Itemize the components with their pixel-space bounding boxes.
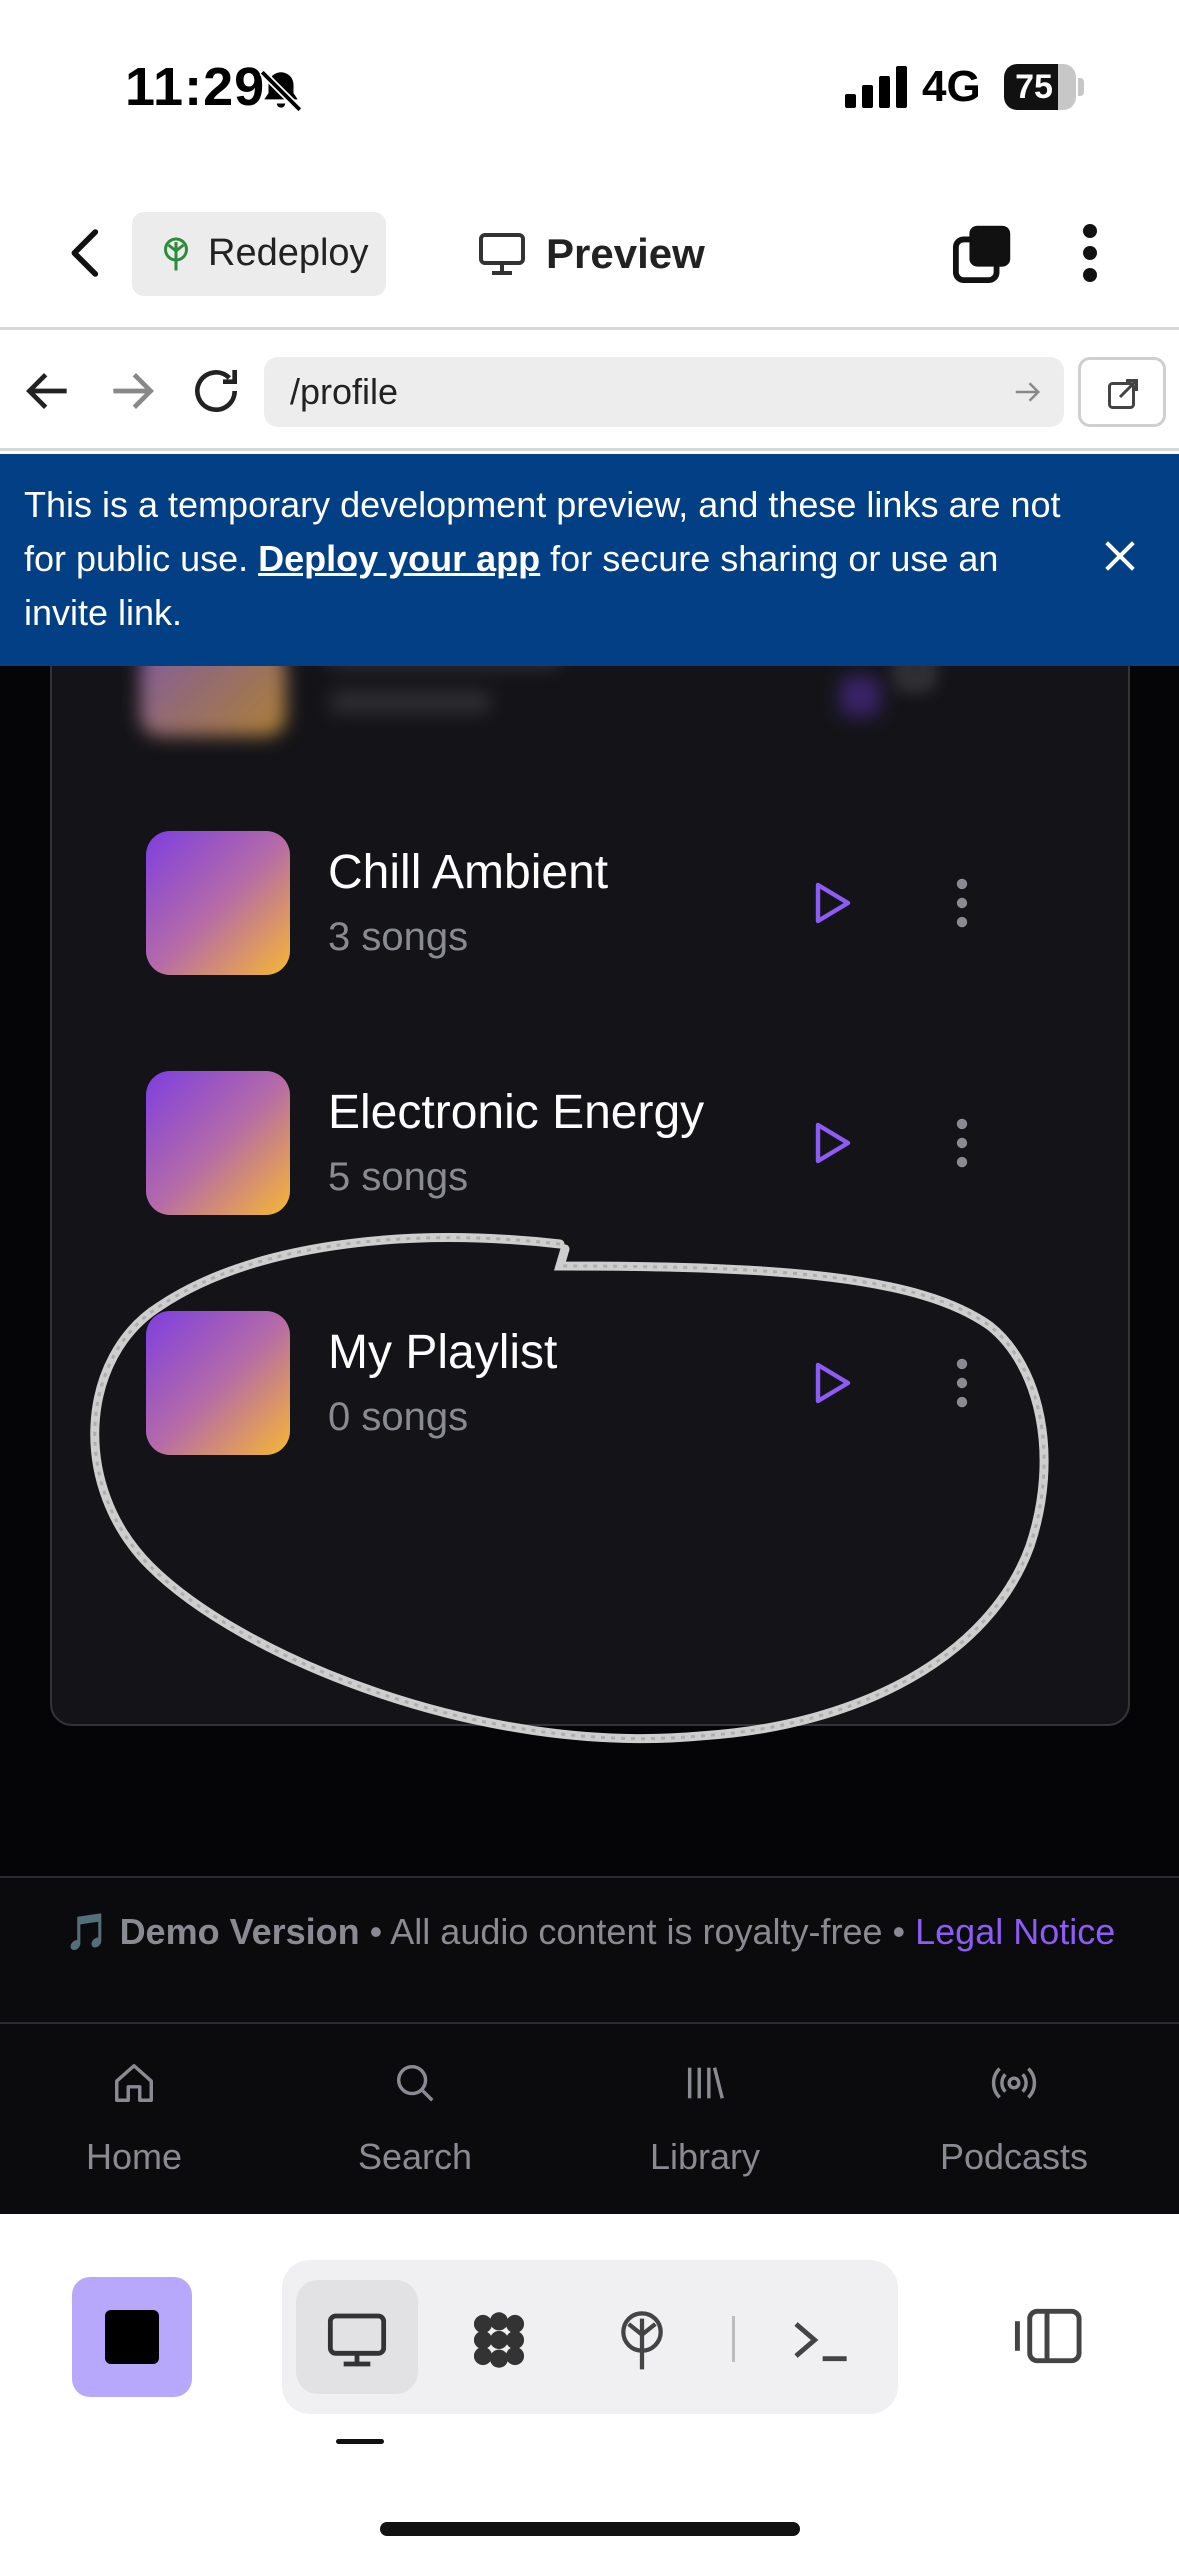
tab-search-label: Search	[357, 2136, 473, 2177]
deploy-tree-icon	[164, 237, 188, 271]
terminal-icon[interactable]	[788, 2308, 852, 2372]
url-field[interactable]	[264, 357, 1064, 427]
playlist-song-count: 5 songs	[328, 1155, 469, 1199]
monitor-icon	[479, 233, 525, 275]
stop-icon	[105, 2310, 159, 2364]
home-icon	[115, 2064, 153, 2102]
library-icon	[687, 2067, 724, 2099]
play-icon[interactable]	[806, 1119, 854, 1167]
deploy-tree-icon[interactable]	[610, 2308, 674, 2372]
battery-nub	[1078, 78, 1084, 96]
play-icon[interactable]	[806, 1359, 854, 1407]
search-icon	[396, 2064, 434, 2102]
app-header: Redeploy Preview	[0, 175, 1179, 330]
tab-podcasts-label: Podcasts	[939, 2136, 1089, 2177]
web-content: Chill Ambient 3 songs Electronic Energy 5 s…	[0, 666, 1179, 2214]
footer-notice-text: 🎵 Demo Version • All audio content is ro…	[60, 1908, 1120, 1956]
split-panel-icon[interactable]	[1010, 2306, 1084, 2366]
bell-slash-icon	[259, 69, 303, 113]
url-input[interactable]	[290, 367, 990, 417]
deploy-app-link[interactable]: Deploy your app	[258, 538, 540, 579]
footer-notice: 🎵 Demo Version • All audio content is ro…	[0, 1876, 1179, 2024]
playlist-row[interactable]: Electronic Energy 5 songs	[146, 1071, 1076, 1217]
demo-version-label: Demo Version	[119, 1911, 360, 1952]
open-external-button[interactable]	[1078, 357, 1166, 427]
battery-level: 75	[1015, 68, 1053, 106]
more-vertical-icon[interactable]	[952, 1117, 972, 1169]
redeploy-label: Redeploy	[208, 232, 369, 274]
preview-label: Preview	[546, 230, 705, 277]
go-arrow-icon[interactable]	[1012, 377, 1042, 407]
toolbar-divider	[732, 2316, 735, 2362]
blurred-playlist-row	[40, 666, 1140, 746]
bottom-tab-bar: Home Search Library Podcasts	[0, 2024, 1179, 2214]
network-type: 4G	[922, 62, 981, 111]
active-indicator	[336, 2439, 384, 2444]
playlist-song-count: 0 songs	[328, 1395, 469, 1439]
stop-button[interactable]	[72, 2277, 192, 2397]
view-switcher	[282, 2260, 898, 2414]
browser-url-bar	[0, 333, 1179, 451]
tab-home[interactable]: Home	[9, 2024, 259, 2214]
monitor-icon[interactable]	[325, 2308, 389, 2372]
playlist-name: My Playlist	[328, 1326, 558, 1379]
agent-icon[interactable]	[467, 2308, 531, 2372]
playlist-cover	[146, 831, 290, 975]
play-icon[interactable]	[806, 879, 854, 927]
battery-icon: 75	[1004, 64, 1076, 110]
playlist-row[interactable]: My Playlist 0 songs	[146, 1311, 1076, 1457]
status-bar: 11:29 4G 75	[0, 0, 1179, 175]
status-time: 11:29	[125, 57, 266, 117]
playlist-name: Chill Ambient	[328, 846, 609, 899]
playlist-cover	[146, 1071, 290, 1215]
back-icon[interactable]	[58, 223, 114, 283]
tab-podcasts[interactable]: Podcasts	[889, 2024, 1139, 2214]
redeploy-button[interactable]: Redeploy	[132, 212, 386, 296]
signal-icon	[845, 66, 907, 108]
tab-home-label: Home	[85, 2136, 183, 2177]
footer-separator: •	[882, 1911, 916, 1952]
playlist-row[interactable]: Chill Ambient 3 songs	[146, 831, 1076, 977]
playlist-cover	[146, 1311, 290, 1455]
banner-text: This is a temporary development preview,…	[24, 478, 1074, 640]
playlist-song-count: 3 songs	[328, 915, 469, 959]
browser-forward-icon[interactable]	[104, 363, 160, 419]
browser-back-icon[interactable]	[20, 363, 76, 419]
music-note-icon: 🎵	[64, 1911, 110, 1952]
podcasts-icon	[991, 2067, 1037, 2099]
legal-notice-link[interactable]: Legal Notice	[915, 1911, 1115, 1952]
tab-search[interactable]: Search	[290, 2024, 540, 2214]
reload-icon[interactable]	[188, 363, 244, 419]
tabs-switcher-icon[interactable]	[952, 222, 1014, 284]
more-vertical-icon[interactable]	[952, 877, 972, 929]
tab-library[interactable]: Library	[580, 2024, 830, 2214]
home-indicator	[380, 2522, 800, 2536]
bottom-toolbar	[0, 2214, 1179, 2556]
tab-library-label: Library	[649, 2136, 761, 2177]
footer-separator: •	[359, 1911, 391, 1952]
playlist-name: Electronic Energy	[328, 1086, 705, 1139]
preview-tab[interactable]: Preview	[478, 212, 738, 296]
more-vertical-icon[interactable]	[952, 1357, 972, 1409]
more-vertical-icon[interactable]	[1070, 223, 1110, 283]
dev-preview-banner: This is a temporary development preview,…	[0, 454, 1179, 666]
royalty-free-notice: All audio content is royalty-free	[390, 1911, 883, 1952]
close-icon[interactable]	[1100, 536, 1140, 576]
external-link-icon	[1108, 379, 1138, 409]
